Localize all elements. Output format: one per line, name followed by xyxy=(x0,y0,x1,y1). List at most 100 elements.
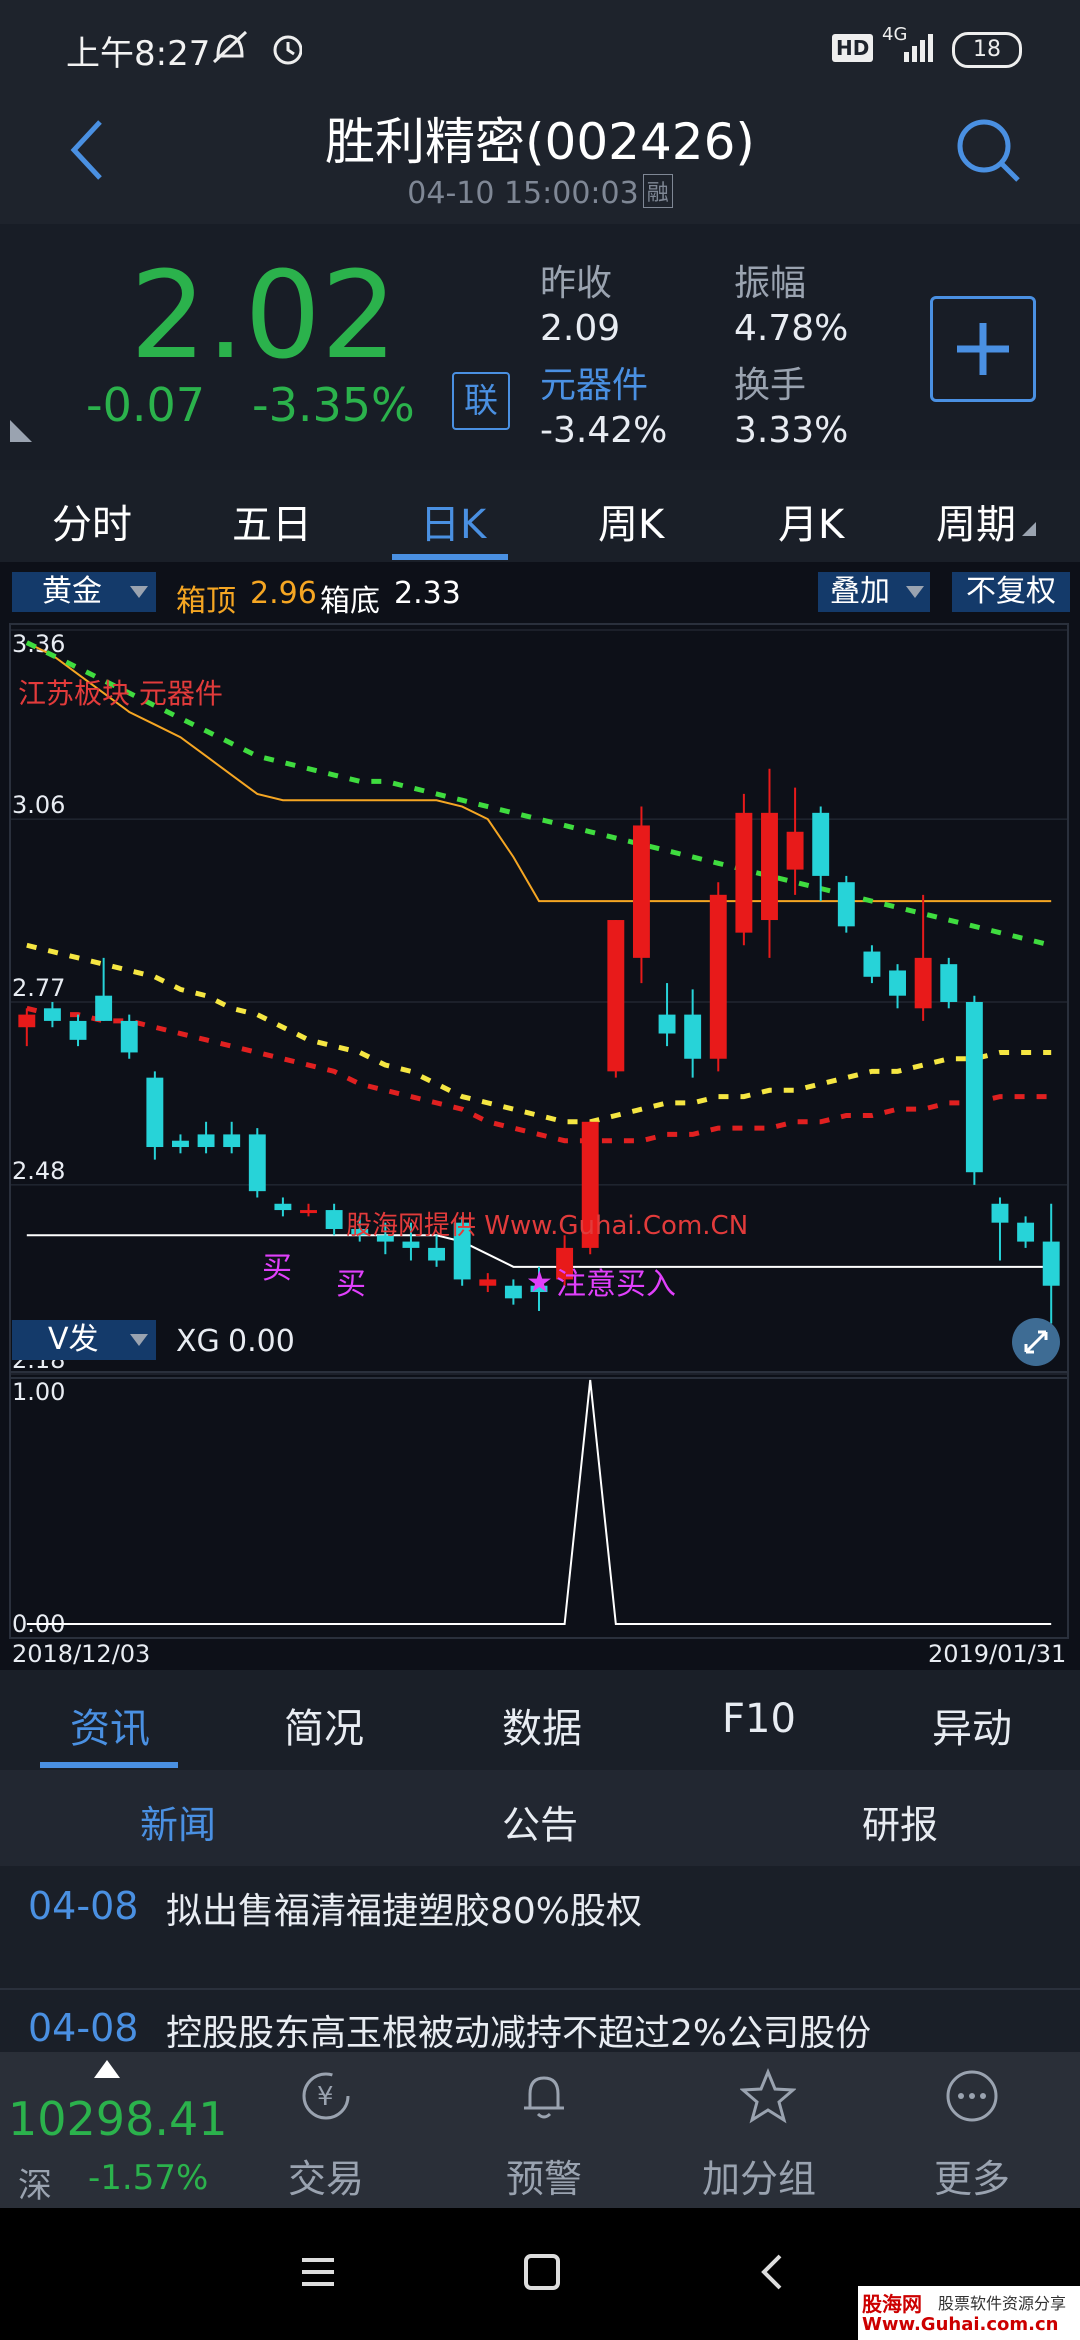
linked-button[interactable]: 联 xyxy=(452,372,510,430)
candle-body xyxy=(940,964,958,1002)
candle-body xyxy=(863,951,881,977)
box-top-value: 2.96 xyxy=(250,576,317,611)
system-nav-bar: 股海网 股票软件资源分享 Www.Guhai.com.cn xyxy=(0,2208,1080,2340)
candle-body xyxy=(95,995,113,1021)
tab-overview[interactable]: 简况 xyxy=(284,1696,364,1754)
search-icon[interactable] xyxy=(954,116,1024,186)
site-watermark: 股海网 股票软件资源分享 Www.Guhai.com.cn xyxy=(858,2286,1080,2340)
battery-icon: 18 xyxy=(952,32,1022,68)
prev-close-label: 昨收 xyxy=(540,263,613,304)
period-dropdown-icon xyxy=(1022,522,1036,536)
y-tick-label: 3.06 xyxy=(12,791,65,819)
tab-weekly-k[interactable]: 周K xyxy=(598,492,664,550)
adjust-button[interactable]: 不复权 xyxy=(952,572,1070,612)
tab-daily-k[interactable]: 日K xyxy=(420,492,486,550)
tab-news[interactable]: 资讯 xyxy=(70,1696,150,1754)
stock-title: 胜利精密(002426) xyxy=(325,113,755,171)
candle-body xyxy=(889,970,906,996)
nav-more[interactable]: 更多 xyxy=(924,2052,1034,2208)
corner-triangle-icon xyxy=(10,420,32,442)
candle-body xyxy=(300,1210,317,1214)
expand-icon xyxy=(1024,1330,1048,1354)
tab-period[interactable]: 周期 xyxy=(936,492,1016,550)
more-icon xyxy=(946,2070,998,2122)
star-icon: ★ xyxy=(526,1265,553,1300)
box-top-label: 箱顶 xyxy=(176,584,236,619)
candle-body xyxy=(786,831,804,870)
index-expand-arrow-icon[interactable] xyxy=(94,2060,120,2080)
subtab-announcements[interactable]: 公告 xyxy=(502,1794,578,1849)
volume-chart[interactable]: 1.00 0.00 xyxy=(0,1370,1080,1640)
xg-label: XG xyxy=(176,1324,220,1359)
svg-text:¥: ¥ xyxy=(317,2082,334,2112)
indicator-dropdown[interactable]: 黄金 xyxy=(12,572,156,612)
tab-intraday[interactable]: 分时 xyxy=(52,492,132,550)
candle-body xyxy=(248,1134,266,1192)
news-list: 04-08 拟出售福清福捷塑胶80%股权 04-08 控股股东高玉根被动减持不超… xyxy=(0,1866,1080,2052)
prev-close-value: 2.09 xyxy=(540,308,621,349)
nav-trade[interactable]: ¥ 交易 xyxy=(270,2052,380,2208)
tab-monthly-k[interactable]: 月K xyxy=(778,492,844,550)
add-watchlist-button[interactable] xyxy=(930,296,1036,402)
sector-note: 江苏板块 元器件 xyxy=(18,677,223,710)
news-item[interactable]: 04-08 控股股东高玉根被动减持不超过2%公司股份 xyxy=(0,1990,1080,2052)
datetime-text: 04-10 15:00:03 xyxy=(407,176,639,211)
nav-more-label: 更多 xyxy=(934,2157,1011,2201)
candle-body xyxy=(402,1241,420,1248)
plus-icon xyxy=(957,323,1009,375)
news-date: 04-08 xyxy=(28,1884,139,1928)
price-change-pct: -3.35% xyxy=(252,378,415,432)
menu-icon[interactable] xyxy=(298,2252,338,2292)
kline-chart[interactable]: 3.363.062.772.482.18 江苏板块 元器件 股海网提供 Www.… xyxy=(0,622,1080,1382)
candle-body xyxy=(965,1002,983,1173)
y-tick-label: 2.48 xyxy=(12,1157,65,1185)
tab-5day[interactable]: 五日 xyxy=(232,492,312,550)
subtab-news[interactable]: 新闻 xyxy=(140,1794,216,1849)
candle-body xyxy=(658,1014,676,1034)
tab-alerts[interactable]: 异动 xyxy=(932,1696,1012,1754)
candle-body xyxy=(146,1077,164,1148)
candle-body xyxy=(120,1020,138,1053)
volume-indicator-dropdown[interactable]: V发 xyxy=(12,1320,156,1360)
overlay-dropdown[interactable]: 叠加 xyxy=(818,572,930,612)
candle-body xyxy=(479,1279,497,1286)
nav-alert-label: 预警 xyxy=(506,2157,583,2201)
index-change: -1.57% xyxy=(88,2158,209,2198)
status-bar: 上午8:27 HD 4G 18 xyxy=(0,0,1080,96)
news-date: 04-08 xyxy=(28,2006,139,2050)
watermark-url: Www.Guhai.com.cn xyxy=(862,2314,1059,2335)
candle-body xyxy=(991,1203,1009,1223)
nav-add-group[interactable]: 加分组 xyxy=(700,2052,830,2208)
candle-body xyxy=(197,1134,215,1148)
date-end: 2019/01/31 xyxy=(928,1640,1067,1668)
candle-body xyxy=(607,920,625,1072)
turnover-value: 3.33% xyxy=(734,410,849,451)
attention-buy-label: 注意买入 xyxy=(556,1267,676,1302)
margin-tag: 融 xyxy=(642,174,673,208)
xg-value: 0.00 xyxy=(228,1324,295,1359)
news-item[interactable]: 04-08 拟出售福清福捷塑胶80%股权 xyxy=(0,1866,1080,1986)
index-market: 深 xyxy=(18,2166,52,2206)
expand-button[interactable] xyxy=(1012,1318,1060,1366)
sector-link[interactable]: 元器件 xyxy=(540,356,648,408)
candle-body xyxy=(274,1203,292,1211)
tab-f10[interactable]: F10 xyxy=(722,1696,796,1742)
date-start: 2018/12/03 xyxy=(12,1640,151,1668)
quote-panel: 2.02 -0.07 -3.35% 联 昨收 2.09 元器件 -3.42% 振… xyxy=(0,224,1080,470)
kline-chart-area: 黄金 箱顶 2.96 箱底 2.33 叠加 不复权 3.36 3.06 2.77 2.… xyxy=(0,562,1080,1670)
period-tabs: 分时 五日 日K 周K 月K 周期 xyxy=(0,470,1080,562)
candle-body xyxy=(684,1014,702,1059)
nav-alert[interactable]: 预警 xyxy=(488,2052,598,2208)
tab-data[interactable]: 数据 xyxy=(502,1696,582,1754)
subtab-research[interactable]: 研报 xyxy=(862,1794,938,1849)
indicator-label: 黄金 xyxy=(42,574,102,609)
home-icon[interactable] xyxy=(522,2252,562,2292)
buy-signal-1: 买 xyxy=(262,1251,292,1286)
candle-body xyxy=(504,1285,522,1299)
watermark-text: 股海网提供 Www.Guhai.Com.CN xyxy=(346,1211,748,1241)
xg-series-line xyxy=(26,1379,1052,1625)
back-nav-icon[interactable] xyxy=(752,2252,792,2292)
info-tab-indicator xyxy=(40,1762,178,1768)
candle-body xyxy=(428,1247,446,1261)
candle-body xyxy=(325,1210,343,1229)
